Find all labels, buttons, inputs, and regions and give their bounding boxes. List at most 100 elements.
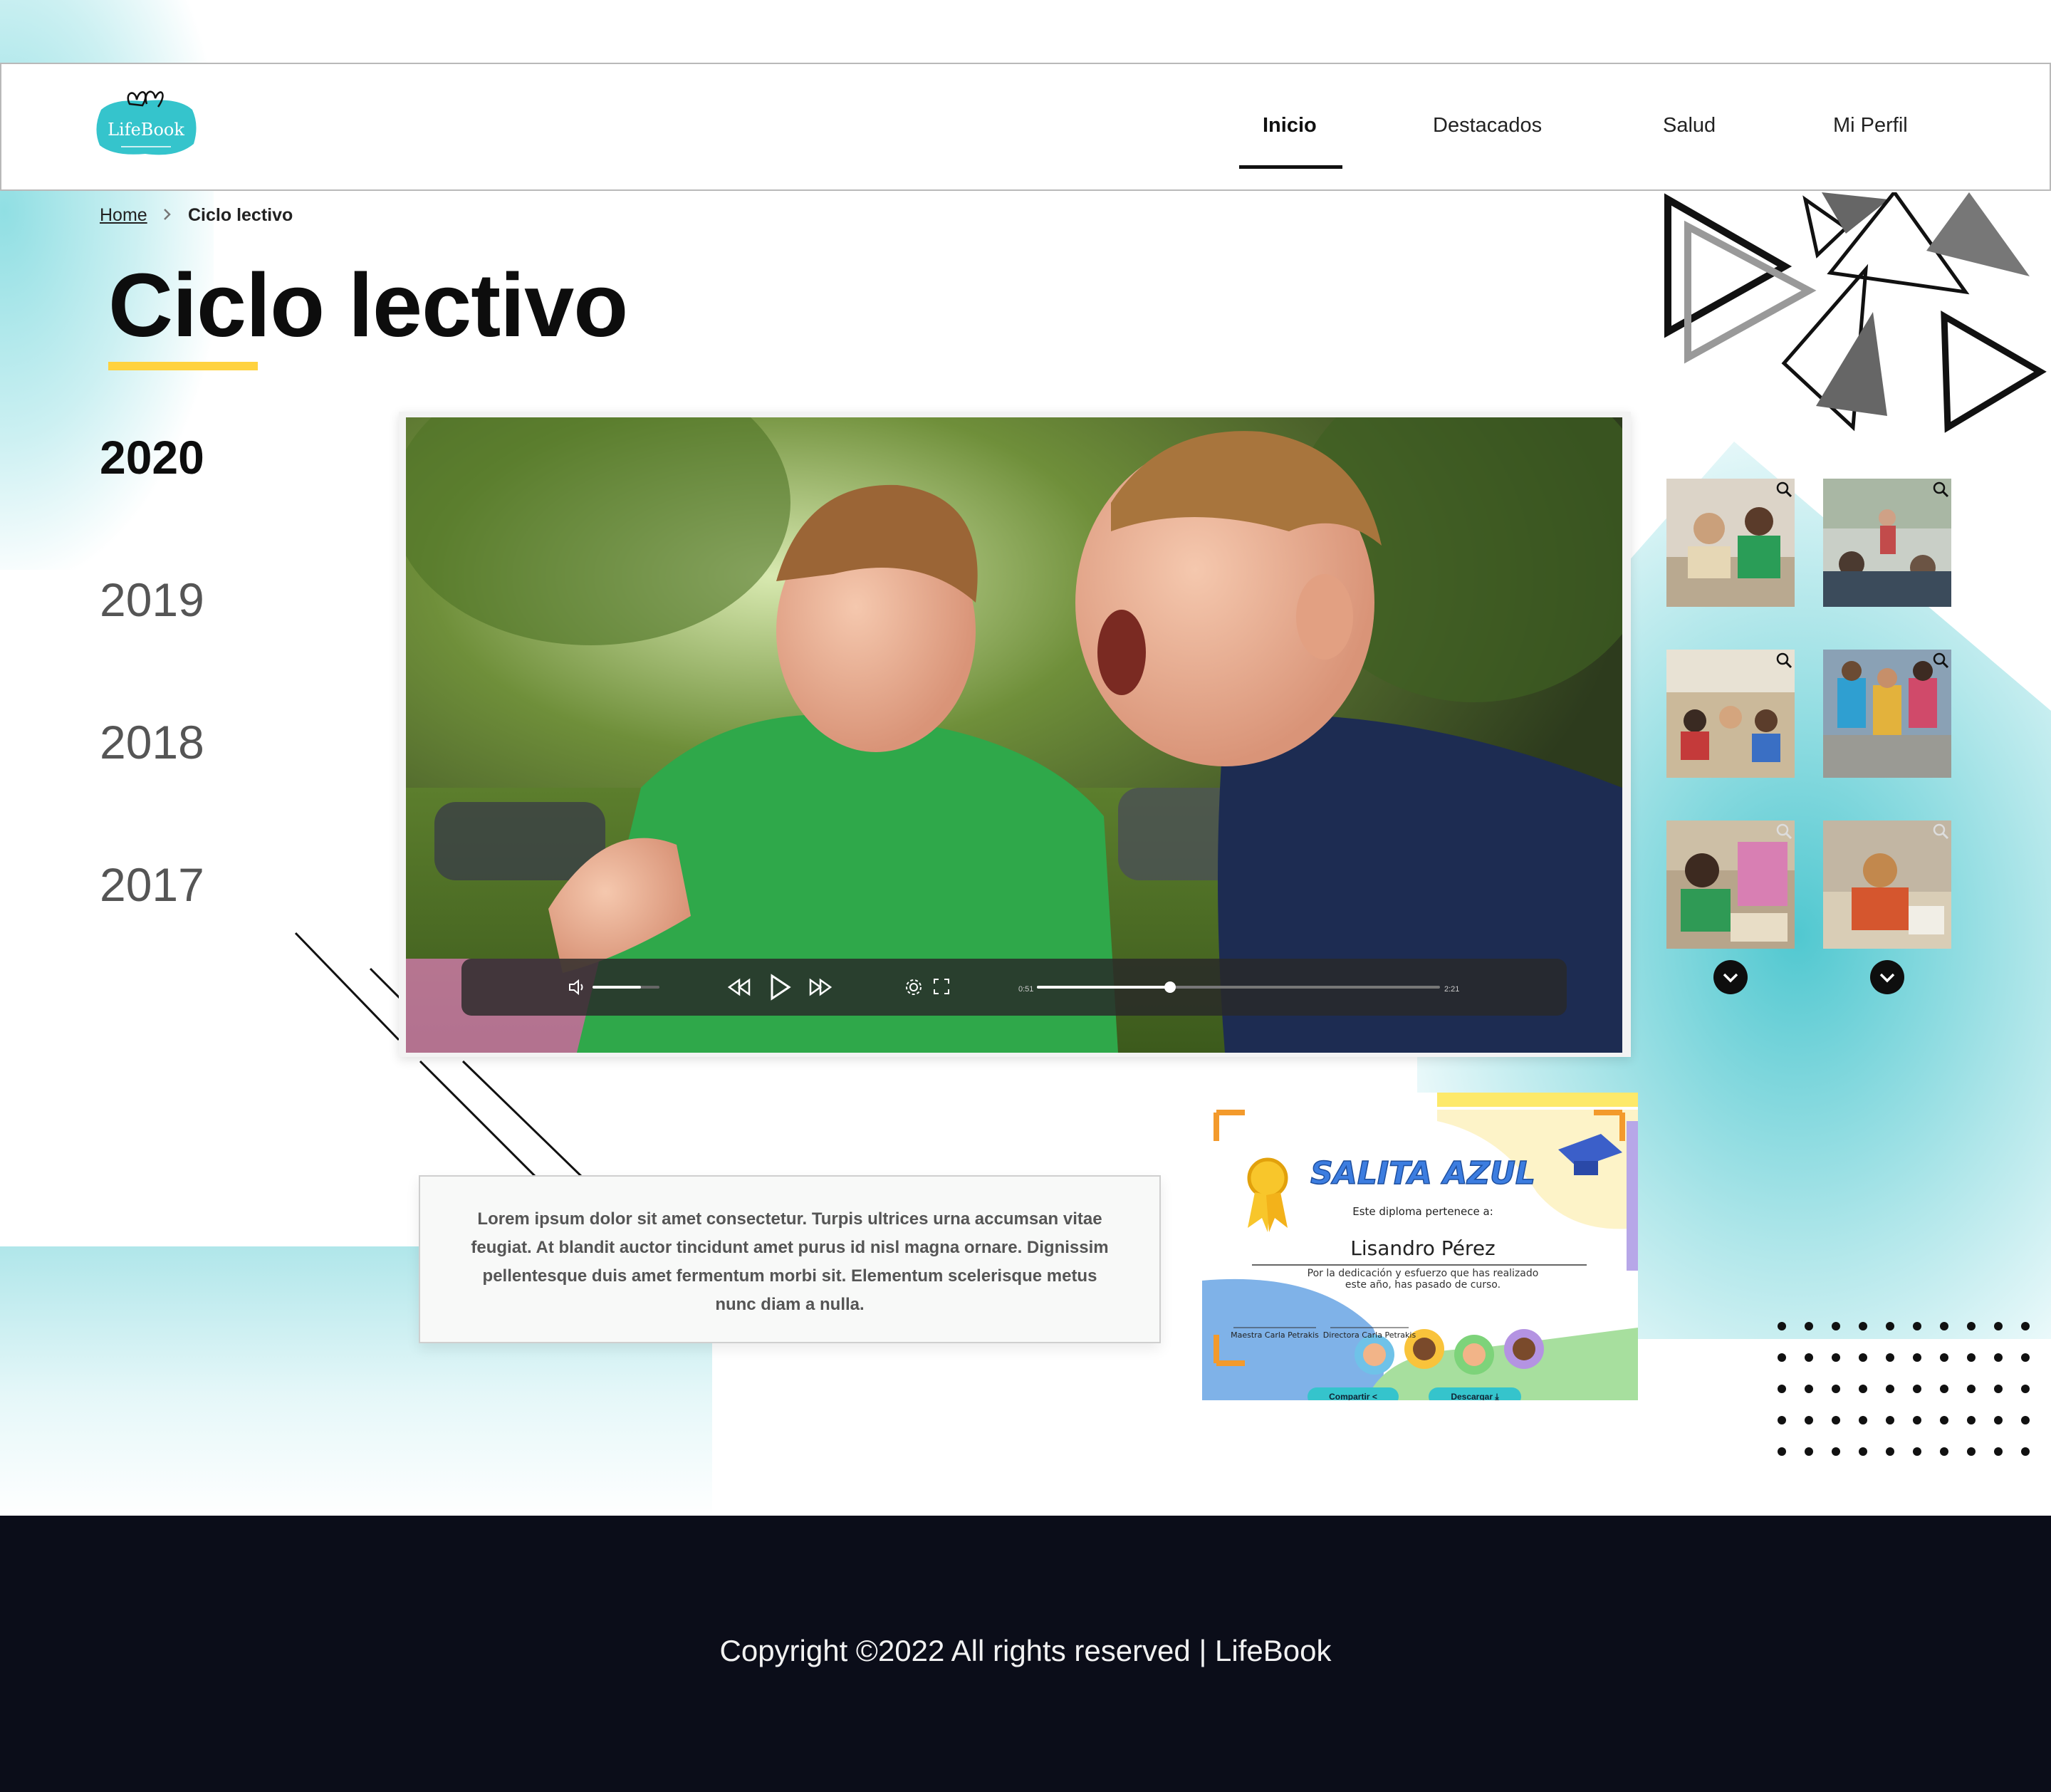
progress-bar[interactable] <box>1037 981 1440 993</box>
year-2020[interactable]: 2020 <box>100 430 204 484</box>
decorative-dot <box>1859 1385 1867 1393</box>
breadcrumb-current: Ciclo lectivo <box>188 205 293 225</box>
year-2017[interactable]: 2017 <box>100 858 204 912</box>
diploma-dedication-2: este año, has pasado de curso. <box>1345 1279 1501 1291</box>
decorative-dot <box>1886 1416 1894 1424</box>
decorative-dot <box>1859 1416 1867 1424</box>
decorative-dot <box>1859 1353 1867 1362</box>
decorative-dot <box>1994 1447 2003 1456</box>
zoom-icon[interactable] <box>1931 822 1950 840</box>
zoom-icon[interactable] <box>1775 480 1793 499</box>
fullscreen-icon[interactable] <box>933 978 950 995</box>
diploma-director: Directora Carla Petrakis <box>1323 1330 1416 1340</box>
nav-mi-perfil[interactable]: Mi Perfil <box>1833 114 1908 137</box>
time-total: 2:21 <box>1444 985 1460 994</box>
decorative-dot <box>1967 1353 1976 1362</box>
share-button[interactable]: Compartir < <box>1308 1387 1399 1400</box>
logo-text: LifeBook <box>108 120 184 140</box>
diploma-student: Lisandro Pérez <box>1350 1236 1496 1260</box>
decorative-dot <box>1778 1416 1786 1424</box>
zoom-icon[interactable] <box>1775 651 1793 670</box>
title-underline <box>108 362 258 370</box>
decorative-dot <box>1994 1416 2003 1424</box>
volume-slider[interactable] <box>593 986 659 989</box>
decorative-dot <box>1832 1416 1840 1424</box>
decorative-dot <box>1778 1353 1786 1362</box>
decorative-dot <box>1913 1447 1921 1456</box>
decorative-dot <box>1805 1447 1813 1456</box>
decorative-dot <box>1940 1322 1948 1330</box>
top-navbar <box>0 63 2051 191</box>
decorative-dot <box>1913 1385 1921 1393</box>
decorative-dot <box>2021 1416 2030 1424</box>
volume-icon[interactable] <box>568 979 587 996</box>
settings-gear-icon[interactable] <box>904 978 923 996</box>
rewind-icon[interactable] <box>728 977 751 997</box>
decorative-dot <box>1994 1385 2003 1393</box>
chevron-down-icon <box>1879 973 1895 983</box>
progress-handle[interactable] <box>1164 981 1176 993</box>
decorative-dot <box>1859 1447 1867 1456</box>
decorative-dot <box>1859 1322 1867 1330</box>
nav-destacados[interactable]: Destacados <box>1433 114 1542 137</box>
video-controls: 0:51 2:21 <box>461 959 1567 1016</box>
decorative-dot <box>1832 1322 1840 1330</box>
decorative-dot <box>1832 1353 1840 1362</box>
share-icon: < <box>1372 1392 1377 1400</box>
decorative-dot <box>1832 1447 1840 1456</box>
diploma-belongs: Este diploma pertenece a: <box>1352 1205 1493 1218</box>
year-2019[interactable]: 2019 <box>100 573 204 627</box>
zoom-icon[interactable] <box>1931 651 1950 670</box>
video-player[interactable] <box>406 417 1622 1053</box>
zoom-icon[interactable] <box>1931 480 1950 499</box>
decorative-dot <box>1940 1416 1948 1424</box>
progress-played <box>1037 986 1170 989</box>
decorative-triangles <box>1664 192 2047 433</box>
decorative-dot <box>1886 1353 1894 1362</box>
decorative-dot <box>1913 1353 1921 1362</box>
download-button[interactable]: Descargar ⤓ <box>1429 1387 1521 1400</box>
year-2018[interactable]: 2018 <box>100 715 204 769</box>
description-card: Lorem ipsum dolor sit amet consectetur. … <box>419 1175 1161 1343</box>
decorative-dot <box>2021 1447 2030 1456</box>
expand-more-button[interactable] <box>1713 960 1748 994</box>
decorative-dot <box>1886 1322 1894 1330</box>
chevron-right-icon <box>164 209 171 220</box>
decorative-dot <box>1805 1322 1813 1330</box>
decorative-dot <box>1886 1385 1894 1393</box>
decorative-dot <box>1778 1385 1786 1393</box>
page-title: Ciclo lectivo <box>108 255 628 355</box>
volume-level <box>593 986 641 989</box>
decorative-dot <box>1886 1447 1894 1456</box>
nav-salud[interactable]: Salud <box>1663 114 1716 137</box>
decorative-dot <box>1940 1447 1948 1456</box>
decorative-dot <box>1913 1322 1921 1330</box>
decorative-dot <box>1778 1447 1786 1456</box>
decorative-dot <box>1994 1322 2003 1330</box>
breadcrumb-home[interactable]: Home <box>100 205 147 226</box>
expand-more-button[interactable] <box>1870 960 1904 994</box>
diploma-artwork: SALITA AZUL Este diploma pertenece a: Li… <box>1202 1093 1638 1400</box>
fast-forward-icon[interactable] <box>809 977 832 997</box>
zoom-icon[interactable] <box>1775 822 1793 840</box>
lifebook-logo[interactable]: LifeBook <box>93 85 199 165</box>
decorative-dot <box>1940 1385 1948 1393</box>
share-button-label: Compartir <box>1329 1392 1370 1400</box>
decorative-dot <box>1805 1416 1813 1424</box>
decorative-dot <box>2021 1385 2030 1393</box>
nav-active-indicator <box>1239 165 1342 169</box>
play-icon[interactable] <box>769 973 792 1001</box>
decorative-dot-grid <box>1778 1322 2030 1456</box>
decorative-dot <box>1967 1322 1976 1330</box>
diploma-title: SALITA AZUL <box>1310 1155 1535 1192</box>
decorative-dot <box>1832 1385 1840 1393</box>
chevron-down-icon <box>1723 973 1738 983</box>
decorative-dot <box>1913 1416 1921 1424</box>
download-icon: ⤓ <box>1495 1392 1499 1400</box>
decorative-dot <box>1967 1416 1976 1424</box>
decorative-dot <box>1967 1447 1976 1456</box>
footer-copyright: Copyright ©2022 All rights reserved | Li… <box>719 1634 1332 1667</box>
nav-inicio[interactable]: Inicio <box>1263 114 1317 137</box>
decorative-dot <box>1994 1353 2003 1362</box>
diploma-teacher: Maestra Carla Petrakis <box>1231 1330 1319 1340</box>
